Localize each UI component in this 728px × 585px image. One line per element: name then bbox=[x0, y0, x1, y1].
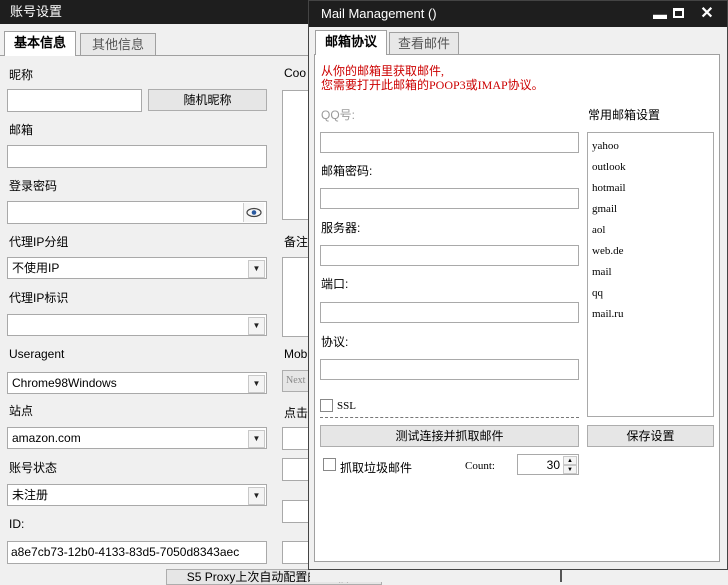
port-input[interactable] bbox=[320, 302, 579, 323]
back-window-body: 基本信息 其他信息 昵称 随机昵称 Coo 邮箱 登录密码 备注 代理IP分组 … bbox=[0, 24, 382, 585]
common-mailbox-list[interactable]: yahoo outlook hotmail gmail aol web.de m… bbox=[587, 132, 714, 417]
proxy-group-label: 代理IP分组 bbox=[9, 235, 69, 249]
server-input[interactable] bbox=[320, 245, 579, 266]
site-value: amazon.com bbox=[12, 431, 81, 445]
dropdown-arrow-icon: ▼ bbox=[248, 487, 265, 505]
maximize-icon[interactable] bbox=[673, 8, 684, 18]
description-line-2: 您需要打开此邮箱的POOP3或IMAP协议。 bbox=[321, 78, 544, 92]
mail-window-titlebar: Mail Management () ▬ ✕ bbox=[309, 1, 727, 27]
useragent-select[interactable]: Chrome98Windows ▼ bbox=[7, 372, 267, 394]
nickname-input[interactable] bbox=[7, 89, 142, 112]
tab-view-mail[interactable]: 查看邮件 bbox=[389, 32, 459, 54]
site-select[interactable]: amazon.com ▼ bbox=[7, 427, 267, 449]
mail-tab-panel: 从你的邮箱里获取邮件, 您需要打开此邮箱的POOP3或IMAP协议。 QQ号: … bbox=[314, 54, 720, 562]
count-stepper[interactable]: 30 ▲ ▼ bbox=[517, 454, 579, 475]
dropdown-arrow-icon: ▼ bbox=[248, 375, 265, 393]
protocol-input[interactable] bbox=[320, 359, 579, 380]
separator-line bbox=[320, 417, 579, 418]
junk-mail-checkbox[interactable] bbox=[323, 458, 336, 471]
tab-mail-protocol[interactable]: 邮箱协议 bbox=[315, 30, 387, 55]
list-item-mailru[interactable]: mail.ru bbox=[592, 308, 623, 320]
count-value: 30 bbox=[546, 458, 560, 472]
list-item-yahoo[interactable]: yahoo bbox=[592, 140, 619, 152]
proxy-id-label: 代理IP标识 bbox=[9, 291, 69, 305]
qq-label: QQ号: bbox=[321, 108, 356, 122]
list-item-qq[interactable]: qq bbox=[592, 287, 603, 299]
mail-password-label: 邮箱密码: bbox=[321, 164, 373, 178]
show-password-button[interactable] bbox=[243, 203, 264, 222]
count-down-button[interactable]: ▼ bbox=[563, 465, 577, 474]
random-nickname-button[interactable]: 随机昵称 bbox=[148, 89, 267, 111]
ssl-label: SSL bbox=[337, 400, 356, 412]
list-item-webde[interactable]: web.de bbox=[592, 245, 623, 257]
list-item-aol[interactable]: aol bbox=[592, 224, 605, 236]
back-window-title: 账号设置 bbox=[10, 4, 63, 19]
password-input[interactable] bbox=[7, 201, 267, 224]
minimize-icon[interactable]: ▬ bbox=[649, 1, 671, 27]
tab-other-info[interactable]: 其他信息 bbox=[80, 33, 156, 55]
dropdown-arrow-icon: ▼ bbox=[248, 317, 265, 335]
protocol-label: 协议: bbox=[321, 335, 349, 349]
junk-mail-label: 抓取垃圾邮件 bbox=[340, 461, 413, 475]
dropdown-arrow-icon: ▼ bbox=[248, 260, 265, 278]
count-label: Count: bbox=[465, 460, 495, 472]
list-item-hotmail[interactable]: hotmail bbox=[592, 182, 626, 194]
common-settings-label: 常用邮箱设置 bbox=[588, 108, 661, 122]
useragent-label: Useragent bbox=[9, 347, 65, 361]
list-item-mail[interactable]: mail bbox=[592, 266, 612, 278]
mail-password-input[interactable] bbox=[320, 188, 579, 209]
status-value: 未注册 bbox=[12, 488, 49, 502]
password-label: 登录密码 bbox=[9, 179, 58, 193]
status-label: 账号状态 bbox=[9, 461, 58, 475]
proxy-group-select[interactable]: 不使用IP ▼ bbox=[7, 257, 267, 279]
save-settings-button[interactable]: 保存设置 bbox=[587, 425, 714, 447]
port-label: 端口: bbox=[321, 277, 349, 291]
proxy-group-value: 不使用IP bbox=[12, 261, 60, 275]
email-label: 邮箱 bbox=[9, 123, 34, 137]
status-select[interactable]: 未注册 ▼ bbox=[7, 484, 267, 506]
proxy-id-select[interactable]: ▼ bbox=[7, 314, 267, 336]
site-label: 站点 bbox=[9, 404, 34, 418]
email-input[interactable] bbox=[7, 145, 267, 168]
nickname-label: 昵称 bbox=[9, 68, 34, 82]
click-label: 点击 bbox=[284, 406, 309, 420]
remark-label: 备注 bbox=[284, 235, 309, 249]
mobile-label: Mob bbox=[284, 347, 308, 361]
close-icon[interactable]: ✕ bbox=[695, 1, 719, 27]
mail-window-title: Mail Management () bbox=[321, 6, 437, 21]
mail-window-body: 邮箱协议 查看邮件 从你的邮箱里获取邮件, 您需要打开此邮箱的POOP3或IMA… bbox=[309, 27, 727, 569]
tab-basic-info[interactable]: 基本信息 bbox=[4, 31, 76, 56]
test-connection-button[interactable]: 测试连接并抓取邮件 bbox=[320, 425, 579, 447]
id-field[interactable]: a8e7cb73-12b0-4133-83d5-7050d8343aec bbox=[7, 541, 267, 564]
list-item-gmail[interactable]: gmail bbox=[592, 203, 617, 215]
server-label: 服务器: bbox=[321, 221, 361, 235]
dropdown-arrow-icon: ▼ bbox=[248, 430, 265, 448]
useragent-value: Chrome98Windows bbox=[12, 376, 117, 390]
id-label: ID: bbox=[9, 517, 25, 531]
qq-input[interactable] bbox=[320, 132, 579, 153]
eye-icon bbox=[246, 207, 262, 218]
back-divider bbox=[560, 568, 562, 582]
list-item-outlook[interactable]: outlook bbox=[592, 161, 626, 173]
count-up-button[interactable]: ▲ bbox=[563, 456, 577, 465]
mail-window: Mail Management () ▬ ✕ 邮箱协议 查看邮件 从你的邮箱里获… bbox=[308, 0, 728, 570]
cookie-label: Coo bbox=[284, 66, 307, 80]
ssl-checkbox[interactable] bbox=[320, 399, 333, 412]
